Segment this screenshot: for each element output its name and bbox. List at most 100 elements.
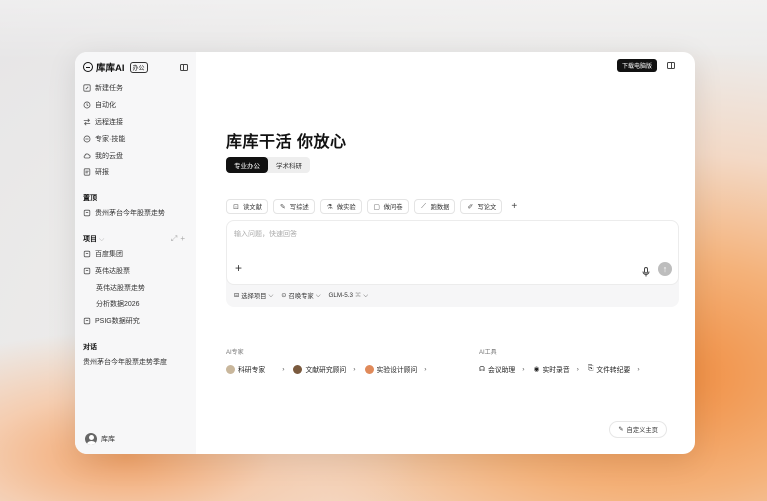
- project-subitem[interactable]: 英伟达股票走势: [83, 279, 188, 296]
- attach-plus-icon[interactable]: +: [235, 261, 242, 275]
- composer: 输入问题，快速回答 + ↑ ⊟ 选择项目 ⌵ ⊙ 召唤专家 ⌵ GLM-5.3 ⌘ ⌵: [226, 220, 679, 307]
- chevron-down-icon: ⌵: [98, 235, 105, 243]
- page-title: 库库干活 你放心: [226, 134, 347, 151]
- paper-icon: ✐: [467, 203, 474, 211]
- model-badge-icon: ⌘: [355, 292, 362, 299]
- add-action-icon[interactable]: +: [507, 201, 521, 212]
- nav-new-task[interactable]: 新建任务: [83, 80, 188, 97]
- prompt-placeholder: 输入问题，快速回答: [234, 231, 297, 238]
- composer-options: ⊟ 选择项目 ⌵ ⊙ 召唤专家 ⌵ GLM-5.3 ⌘ ⌵: [234, 291, 369, 301]
- nav-label: 专家·技能: [95, 135, 126, 143]
- nav-label: 自动化: [95, 102, 116, 110]
- chevron-right-icon: ›: [637, 365, 640, 373]
- survey-icon: ▢: [373, 203, 380, 211]
- chart-icon: ⟋: [421, 202, 427, 210]
- read-literature-button[interactable]: ⊡ 读文献: [226, 199, 268, 214]
- project-item-nvidia[interactable]: 英伟达股票: [83, 262, 188, 279]
- expert-research[interactable]: 科研专家 ›: [226, 364, 284, 374]
- project-item-psig[interactable]: PSIG数据研究: [83, 313, 188, 330]
- mode-tabs: 专业办公 学术科研: [226, 157, 310, 173]
- avatar: [85, 433, 97, 445]
- chevron-down-icon: ⌵: [363, 291, 369, 299]
- chevron-down-icon: ⌵: [315, 291, 321, 299]
- nav-label: 我的云盘: [95, 152, 123, 160]
- chevron-down-icon: ⌵: [268, 291, 274, 299]
- nav-label: 远程连接: [95, 118, 123, 126]
- add-project-icon[interactable]: +: [180, 234, 188, 243]
- tab-academic-research[interactable]: 学术科研: [268, 157, 310, 173]
- ai-experts-row: 科研专家 › 文献研究顾问 › 实验设计顾问 ›: [226, 364, 427, 374]
- pinned-item[interactable]: 贵州茅台今年股票走势: [83, 205, 188, 222]
- sidebar: 库库AI 办公 新建任务 自动化 远程连接 专家·技能 我的云盘 研报 置顶 贵…: [75, 52, 196, 454]
- logo-badge: 办公: [129, 61, 148, 73]
- tool-meeting-assistant[interactable]: ☊ 会议助理 ›: [479, 364, 525, 375]
- edit-icon: [83, 84, 91, 92]
- app-window: 库库AI 办公 新建任务 自动化 远程连接 专家·技能 我的云盘 研报 置顶 贵…: [75, 52, 695, 454]
- model-select-dropdown[interactable]: GLM-5.3 ⌘ ⌵: [329, 292, 369, 300]
- microphone-icon[interactable]: [642, 264, 650, 277]
- ai-tools-row: ☊ 会议助理 › ◉ 实时录音 › ⎘ 文件转纪要 ›: [479, 364, 640, 374]
- background-highlight: [0, 0, 767, 60]
- write-icon: ✎: [279, 203, 286, 211]
- headset-icon: ☊: [479, 366, 486, 373]
- ai-experts-title: AI专家: [226, 350, 244, 356]
- expert-icon: [83, 135, 91, 143]
- summon-expert-dropdown[interactable]: ⊙ 召唤专家 ⌵: [281, 291, 321, 301]
- run-data-button[interactable]: ⟋ 跑数据: [413, 199, 456, 214]
- cloud-icon: [83, 152, 91, 160]
- nav-automation[interactable]: 自动化: [83, 97, 188, 114]
- customize-home-button[interactable]: ✎ 自定义主页: [609, 421, 667, 438]
- chevron-right-icon: ›: [282, 365, 285, 373]
- do-experiment-button[interactable]: ⚗ 做实验: [319, 199, 362, 214]
- tab-professional-office[interactable]: 专业办公: [226, 157, 268, 173]
- project-icon: [83, 267, 91, 275]
- nav-research-report[interactable]: 研报: [83, 164, 188, 181]
- tool-live-recording[interactable]: ◉ 实时录音 ›: [533, 364, 579, 375]
- collapse-sidebar-icon[interactable]: [180, 63, 188, 71]
- user-name: 库库: [101, 436, 115, 443]
- prompt-input[interactable]: 输入问题，快速回答 + ↑: [226, 220, 679, 285]
- project-item-baidu[interactable]: 百度集团: [83, 246, 188, 263]
- write-paper-button[interactable]: ✐ 写论文: [460, 199, 503, 214]
- logo-text: 库库AI: [96, 63, 125, 74]
- app-logo[interactable]: 库库AI 办公: [83, 60, 148, 74]
- conversations-section-title: 对话: [83, 343, 97, 351]
- automation-icon: [83, 101, 91, 109]
- pinned-item-label: 贵州茅台今年股票走势: [95, 210, 165, 218]
- project-icon: [83, 250, 91, 258]
- do-survey-button[interactable]: ▢ 做问卷: [366, 199, 409, 214]
- expert-literature[interactable]: 文献研究顾问 ›: [293, 364, 356, 374]
- nav-label: 新建任务: [95, 85, 123, 93]
- designer-avatar-icon: [364, 364, 374, 374]
- book-icon: ⊡: [233, 203, 239, 211]
- conversation-item[interactable]: 贵州茅台今年股票走势季度: [83, 354, 188, 371]
- download-desktop-button[interactable]: 下载电脑版: [616, 59, 657, 72]
- expert-experiment-design[interactable]: 实验设计顾问 ›: [364, 364, 427, 374]
- send-button[interactable]: ↑: [658, 262, 672, 276]
- toggle-panel-icon[interactable]: [667, 62, 675, 69]
- nav-remote-connect[interactable]: 远程连接: [83, 114, 188, 131]
- pencil-icon: ✎: [618, 426, 624, 433]
- chat-icon: [83, 209, 91, 217]
- chevron-right-icon: ›: [353, 365, 356, 373]
- scientist-avatar-icon: [226, 364, 235, 374]
- select-project-dropdown[interactable]: ⊟ 选择项目 ⌵: [234, 291, 274, 301]
- broadcast-icon: ◉: [533, 366, 540, 373]
- expand-icon[interactable]: ⤢: [171, 234, 180, 243]
- project-actions[interactable]: ⤢+: [171, 234, 188, 244]
- tool-file-to-minutes[interactable]: ⎘ 文件转纪要 ›: [588, 364, 640, 374]
- logo-icon: [83, 62, 93, 72]
- nav-my-cloud[interactable]: 我的云盘: [83, 147, 188, 164]
- user-profile[interactable]: 库库: [85, 433, 115, 445]
- report-icon: [83, 168, 91, 176]
- project-subitem[interactable]: 分析数据2026: [83, 296, 188, 313]
- main-panel: 下载电脑版 库库干活 你放心 专业办公 学术科研 ⊡ 读文献 ✎ 写综述 ⚗ 做实验 …: [196, 52, 695, 454]
- quick-actions: ⊡ 读文献 ✎ 写综述 ⚗ 做实验 ▢ 做问卷 ⟋ 跑数据 ✐ 写论文 +: [226, 199, 521, 214]
- projects-section-title[interactable]: 项目 ⌵ ⤢+: [83, 232, 188, 246]
- ai-tools-title: AI工具: [479, 350, 497, 356]
- write-review-button[interactable]: ✎ 写综述: [272, 199, 315, 214]
- project-label: 英伟达股票: [95, 267, 130, 275]
- researcher-avatar-icon: [293, 364, 303, 374]
- file-convert-icon: ⎘: [587, 365, 594, 372]
- nav-experts-skills[interactable]: 专家·技能: [83, 130, 188, 147]
